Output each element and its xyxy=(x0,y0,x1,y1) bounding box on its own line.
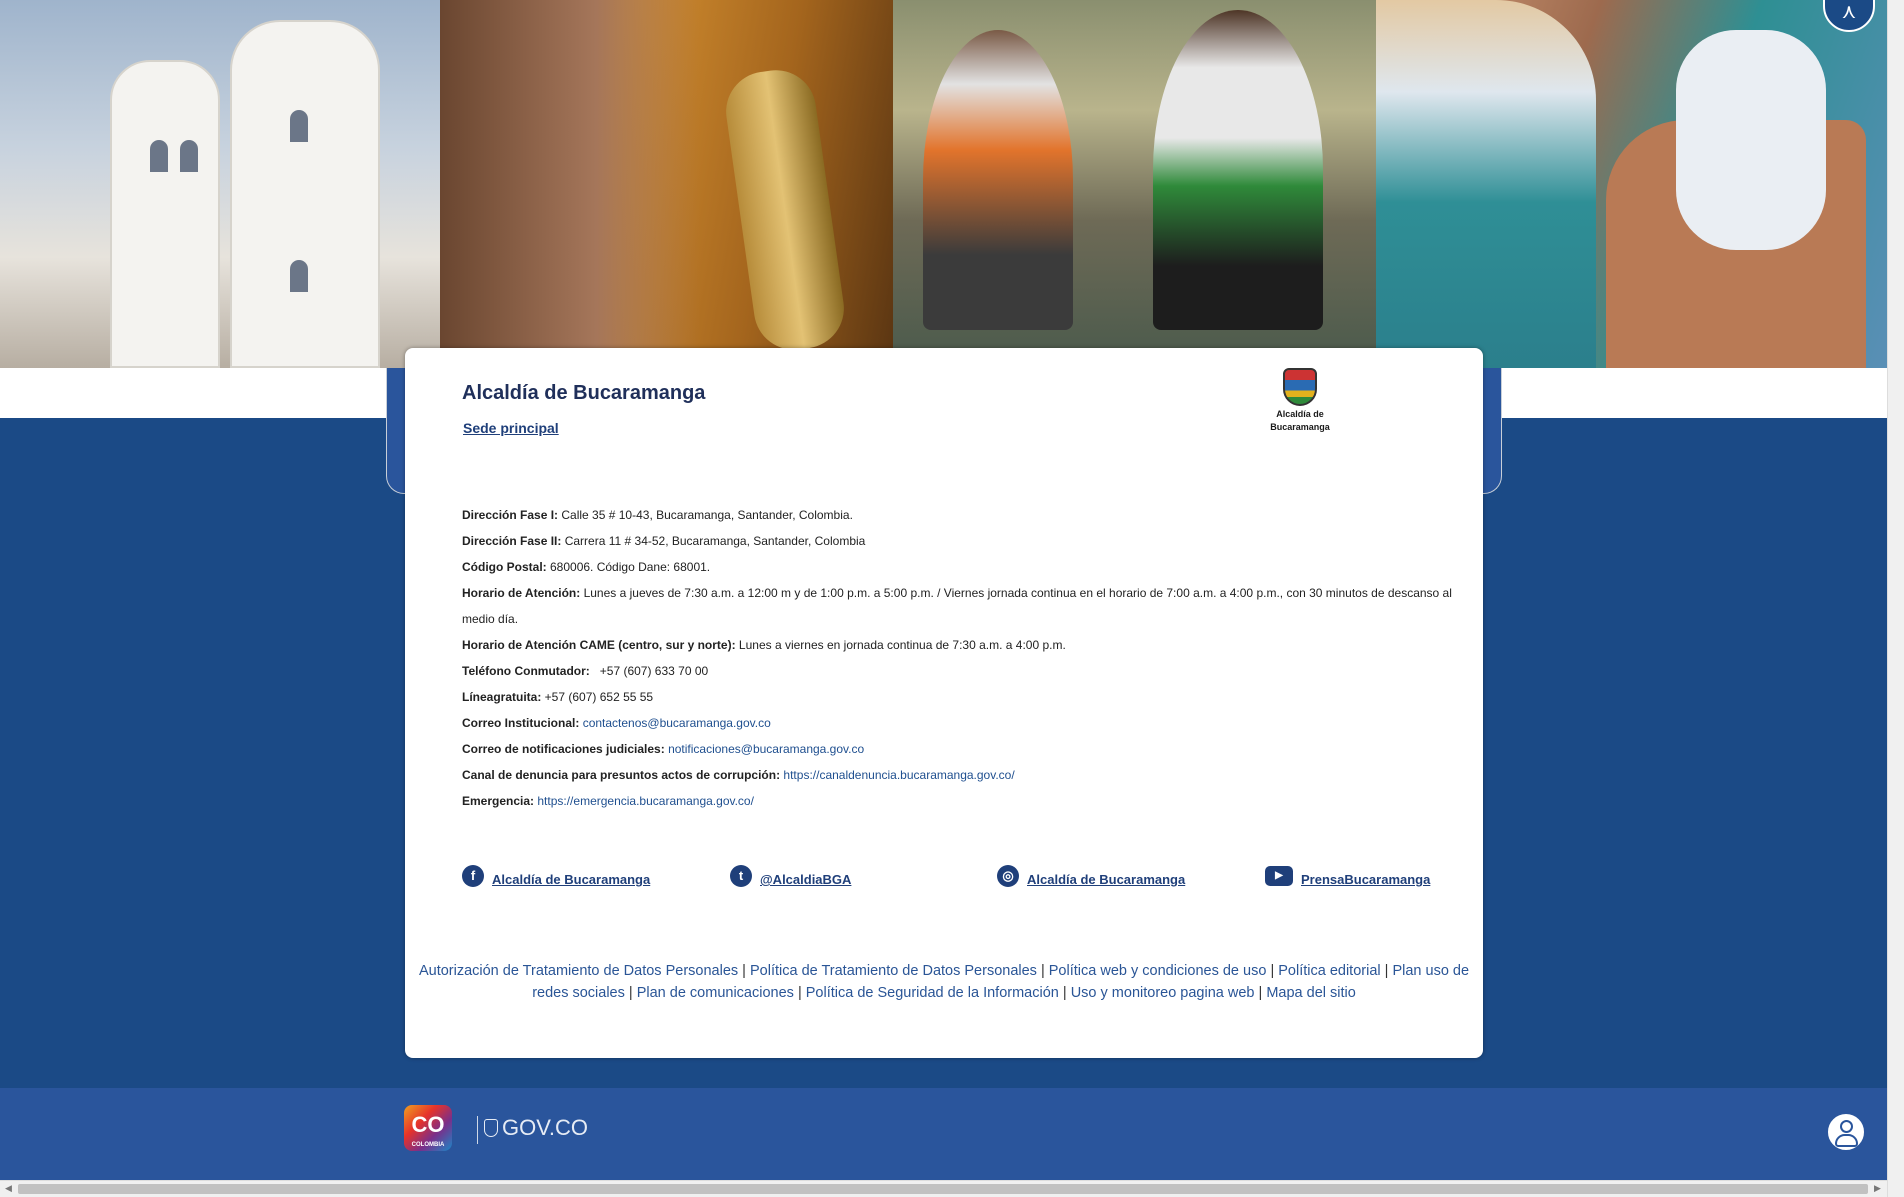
children-photo xyxy=(893,0,1376,368)
policy-link[interactable]: Política web y condiciones de uso xyxy=(1049,963,1267,979)
info-row: Dirección Fase II: Carrera 11 # 34-52, B… xyxy=(462,534,866,548)
govco-logo[interactable]: GOV.CO xyxy=(484,1115,588,1141)
alcaldia-logo: Alcaldía de Bucaramanga xyxy=(1265,368,1335,434)
footer-divider xyxy=(477,1116,478,1144)
church-window xyxy=(180,140,198,172)
contact-info: Dirección Fase I: Calle 35 # 10-43, Buca… xyxy=(462,502,1462,814)
logo-text-1: Alcaldía de xyxy=(1276,409,1324,419)
horizontal-scrollbar[interactable]: ◀ ▶ xyxy=(0,1180,1887,1197)
vertical-scrollbar[interactable] xyxy=(1887,0,1904,1197)
policy-link[interactable]: Uso y monitoreo pagina web xyxy=(1071,985,1255,1001)
church-window xyxy=(290,260,308,292)
accessibility-icon: ⋏ xyxy=(1841,1,1857,23)
co-logo[interactable]: CO COLOMBIA xyxy=(404,1105,452,1151)
child-right xyxy=(1153,10,1323,330)
policy-link[interactable]: Política de Seguridad de la Información xyxy=(806,985,1059,1001)
church-window xyxy=(150,140,168,172)
info-row: Canal de denuncia para presuntos actos d… xyxy=(462,768,1015,782)
child-left xyxy=(923,30,1073,330)
info-row: Dirección Fase I: Calle 35 # 10-43, Buca… xyxy=(462,508,853,522)
info-row: Código Postal: 680006. Código Dane: 6800… xyxy=(462,560,711,574)
facebook-link[interactable]: f Alcaldía de Bucaramanga xyxy=(462,864,650,887)
facebook-icon: f xyxy=(462,864,484,887)
policy-link[interactable]: Política de Tratamiento de Datos Persona… xyxy=(750,963,1037,979)
info-row: Horario de Atención: Lunes a jueves de 7… xyxy=(462,586,1452,626)
info-row: Correo Institucional: contactenos@bucara… xyxy=(462,716,771,730)
saxophone xyxy=(720,65,850,355)
twitter-icon: t xyxy=(730,864,752,887)
logo-text-2: Bucaramanga xyxy=(1270,422,1330,432)
info-row: Correo de notificaciones judiciales: not… xyxy=(462,742,865,756)
sede-principal-link[interactable]: Sede principal xyxy=(463,420,559,436)
emergency-link[interactable]: https://emergencia.bucaramanga.gov.co/ xyxy=(537,794,754,808)
scroll-left-icon[interactable]: ◀ xyxy=(5,1183,12,1194)
youtube-link[interactable]: ▶ PrensaBucaramanga xyxy=(1265,864,1430,887)
footer: CO COLOMBIA GOV.CO xyxy=(0,1088,1887,1182)
user-icon[interactable] xyxy=(1826,1112,1866,1152)
musician xyxy=(440,0,700,368)
vaccination-photo xyxy=(1376,0,1887,368)
policy-link[interactable]: Plan de comunicaciones xyxy=(637,985,794,1001)
church-tower-left xyxy=(110,60,220,368)
instagram-link[interactable]: ◎ Alcaldía de Bucaramanga xyxy=(997,864,1185,887)
policy-link[interactable]: Autorización de Tratamiento de Datos Per… xyxy=(419,963,738,979)
scroll-right-icon[interactable]: ▶ xyxy=(1874,1183,1881,1194)
notifications-email-link[interactable]: notificaciones@bucaramanga.gov.co xyxy=(668,742,864,756)
govco-crest-icon xyxy=(484,1119,498,1137)
church-photo xyxy=(0,0,440,368)
info-row: Teléfono Conmutador: +57 (607) 633 70 00 xyxy=(462,664,709,678)
scrollbar-thumb[interactable] xyxy=(18,1184,1868,1194)
policy-links: Autorización de Tratamiento de Datos Per… xyxy=(418,963,1470,1001)
email-link[interactable]: contactenos@bucaramanga.gov.co xyxy=(583,716,771,730)
page-title: Alcaldía de Bucaramanga xyxy=(462,382,706,404)
policy-link[interactable]: Política editorial xyxy=(1278,963,1380,979)
hero-banner xyxy=(0,0,1887,368)
info-row: Horario de Atención CAME (centro, sur y … xyxy=(462,638,1066,652)
nurse xyxy=(1376,0,1596,368)
policy-link[interactable]: Mapa del sitio xyxy=(1266,985,1355,1001)
social-links: f Alcaldía de Bucaramanga t @AlcaldiaBGA… xyxy=(405,864,1483,900)
coat-of-arms-icon xyxy=(1283,368,1317,406)
gloved-hand xyxy=(1676,30,1826,250)
church-window xyxy=(290,110,308,142)
contact-card: Alcaldía de Bucaramanga Sede principal A… xyxy=(405,348,1483,1058)
twitter-link[interactable]: t @AlcaldiaBGA xyxy=(730,864,851,887)
corruption-report-link[interactable]: https://canaldenuncia.bucaramanga.gov.co… xyxy=(783,768,1014,782)
youtube-icon: ▶ xyxy=(1265,865,1293,886)
info-row: Emergencia: https://emergencia.bucaraman… xyxy=(462,794,754,808)
instagram-icon: ◎ xyxy=(997,864,1019,887)
saxophone-photo xyxy=(440,0,893,368)
info-row: Líneagratuita: +57 (607) 652 55 55 xyxy=(462,690,654,704)
church-tower-right xyxy=(230,20,380,368)
